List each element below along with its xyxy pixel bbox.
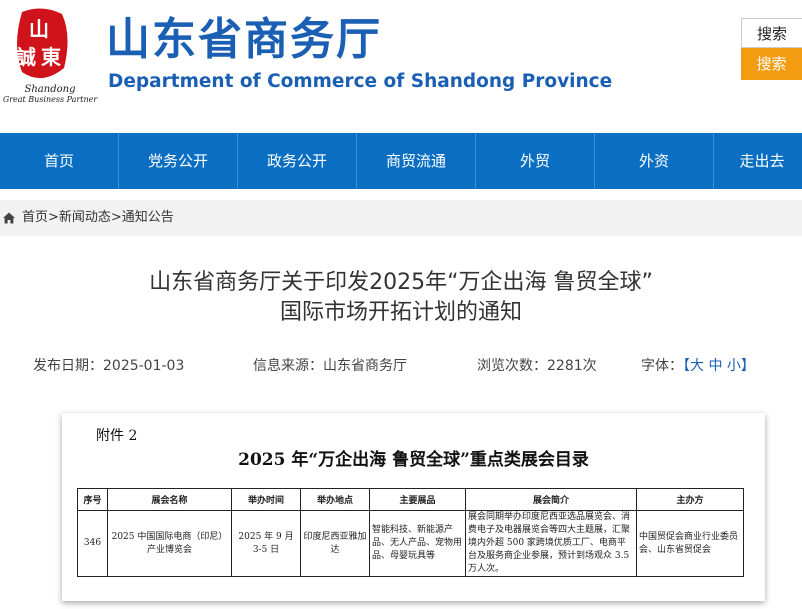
nav-item-foreign-investment[interactable]: 外资	[595, 133, 714, 189]
view-count-label: 浏览次数：	[477, 358, 547, 374]
table-header-row: 序号 展会名称 举办时间 举办地点 主要展品 展会简介 主办方	[77, 488, 744, 511]
attachment-label: 附件 2	[96, 428, 138, 444]
search-button[interactable]: 搜索	[741, 48, 802, 80]
article-title: 山东省商务厅关于印发2025年“万企出海 鲁贸全球” 国际市场开拓计划的通知	[0, 268, 802, 328]
table-row: 346 2025 中国国际电商（印尼）产业博览会 2025 年 9 月 3-5 …	[77, 510, 744, 577]
info-source: 信息来源：山东省商务厅	[253, 356, 407, 376]
breadcrumb: 首页>新闻动态>通知公告	[0, 200, 802, 236]
nav-item-going-global[interactable]: 走出去	[714, 133, 802, 189]
column-header: 展会简介	[465, 488, 637, 511]
cell-name: 2025 中国国际电商（印尼）产业博览会	[107, 510, 232, 577]
font-size-control: 字体：【大 中 小】	[641, 356, 755, 376]
nav-item-party-affairs[interactable]: 党务公开	[119, 133, 238, 189]
cell-place: 印度尼西亚雅加达	[300, 510, 370, 577]
nav-item-government-affairs[interactable]: 政务公开	[238, 133, 357, 189]
cell-time: 2025 年 9 月 3-5 日	[231, 510, 301, 577]
publish-date-value: 2025-01-03	[103, 358, 185, 374]
document-title: 2025 年“万企出海 鲁贸全球”重点类展会目录	[238, 450, 589, 470]
svg-text:東: 東	[41, 45, 61, 69]
search-input[interactable]: 搜索	[741, 18, 802, 48]
logo-tagline-line1: Shandong	[24, 84, 76, 95]
article-title-line2: 国际市场开拓计划的通知	[279, 300, 522, 325]
site-subtitle: Department of Commerce of Shandong Provi…	[108, 71, 613, 92]
exhibition-table: 序号 展会名称 举办时间 举办地点 主要展品 展会简介 主办方 346 2025…	[77, 488, 744, 577]
svg-text:山: 山	[29, 17, 49, 41]
font-small-link[interactable]: 小	[727, 358, 741, 374]
cell-intro: 展会同期举办印度尼西亚选品展览会、消费电子及电器展览会等四大主题展，汇聚境内外超…	[465, 510, 637, 577]
font-large-link[interactable]: 大	[690, 358, 704, 374]
nav-item-foreign-trade[interactable]: 外贸	[476, 133, 595, 189]
column-header: 主要展品	[369, 488, 466, 511]
shandong-seal-logo-icon[interactable]: 山 誠 東	[12, 6, 72, 82]
column-header: 举办时间	[231, 488, 301, 511]
font-medium-link[interactable]: 中	[708, 358, 722, 374]
nav-item-home[interactable]: 首页	[0, 133, 119, 189]
view-count-value: 2281次	[547, 358, 597, 374]
site-title[interactable]: 山东省商务厅	[106, 14, 382, 66]
font-size-label: 字体：	[641, 358, 683, 374]
column-header: 主办方	[636, 488, 744, 511]
column-header: 序号	[77, 488, 108, 511]
main-nav: 首页 党务公开 政务公开 商贸流通 外贸 外资 走出去	[0, 133, 802, 189]
cell-organizer: 中国贸促会商业行业委员会、山东省贸促会	[636, 510, 744, 577]
info-source-value: 山东省商务厅	[323, 358, 407, 374]
svg-text:誠: 誠	[16, 45, 36, 69]
logo-tagline-line2: Great Business Partner	[2, 95, 98, 104]
logo-tagline: Shandong Great Business Partner	[0, 84, 100, 105]
column-header: 举办地点	[300, 488, 370, 511]
site-header: 山 誠 東 Shandong Great Business Partner 山东…	[0, 0, 802, 133]
nav-item-commerce-circulation[interactable]: 商贸流通	[357, 133, 476, 189]
font-bracket-open: 【	[683, 358, 690, 374]
article-title-line1: 山东省商务厅关于印发2025年“万企出海 鲁贸全球”	[149, 270, 653, 295]
cell-products: 智能科技、新能源产品、无人产品、宠物用品、母婴玩具等	[369, 510, 466, 577]
view-count: 浏览次数：2281次	[477, 356, 597, 376]
font-bracket-close: 】	[740, 358, 755, 374]
column-header: 展会名称	[107, 488, 232, 511]
home-icon	[3, 212, 15, 224]
publish-date: 发布日期：2025-01-03	[33, 356, 184, 376]
info-source-label: 信息来源：	[253, 358, 323, 374]
publish-date-label: 发布日期：	[33, 358, 103, 374]
breadcrumb-path[interactable]: 首页>新闻动态>通知公告	[22, 200, 174, 236]
cell-no: 346	[77, 510, 108, 577]
attachment-image: 附件 2 2025 年“万企出海 鲁贸全球”重点类展会目录 序号 展会名称 举办…	[62, 413, 765, 601]
